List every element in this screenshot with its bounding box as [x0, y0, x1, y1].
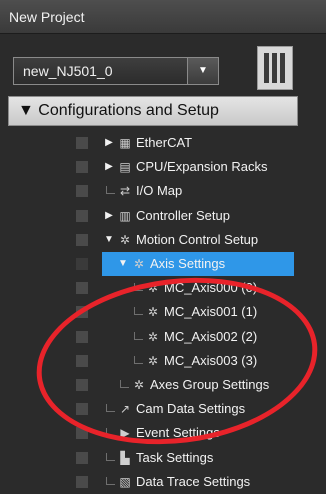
tree-line [106, 476, 115, 485]
chevron-down-icon[interactable]: ▼ [187, 58, 218, 84]
tree-line [106, 186, 115, 195]
gear-icon: ✲ [133, 257, 145, 271]
row-gutter [76, 282, 88, 295]
section-configurations-and-setup[interactable]: ▼ Configurations and Setup [8, 96, 298, 126]
controller-icon: ▥ [119, 208, 131, 223]
tree-item-label: Axis Settings [150, 256, 226, 271]
tree-item[interactable]: ▶ ▤ CPU/Expansion Racks [0, 155, 320, 179]
io-map-icon: ⇄ [119, 184, 131, 199]
tree-item[interactable]: ▧ Data Trace Settings [0, 470, 320, 494]
task-icon: ▙ [120, 450, 130, 465]
row-gutter [76, 258, 88, 270]
tree-item-label: EtherCAT [136, 135, 193, 150]
tree-item[interactable]: ▶ ▦ EtherCAT [0, 131, 320, 155]
gear-icon: ✲ [119, 232, 131, 247]
tree-item[interactable]: ▶ ▥ Controller Setup [0, 204, 320, 228]
section-title: Configurations and Setup [38, 102, 219, 119]
grid-icon: ▦ [119, 136, 131, 150]
tree-item-label: Data Trace Settings [136, 473, 251, 489]
tree-item[interactable]: ⇄ I/O Map [0, 179, 320, 203]
expand-icon[interactable]: ▶ [104, 155, 114, 179]
expand-icon[interactable]: ▶ [104, 204, 114, 228]
tree-item-label: CPU/Expansion Racks [136, 159, 268, 175]
tree-item[interactable]: ▼ ✲ Motion Control Setup [0, 228, 320, 252]
tree-item-label: Motion Control Setup [136, 231, 259, 247]
controller-select-value: new_NJ501_0 [23, 63, 113, 79]
row-gutter [76, 451, 88, 464]
row-gutter [76, 137, 88, 149]
row-gutter [76, 209, 88, 222]
collapse-icon[interactable]: ▼ [118, 252, 128, 276]
row-gutter [76, 233, 88, 246]
controller-select[interactable]: new_NJ501_0 ▼ [13, 57, 219, 85]
row-gutter [76, 185, 88, 198]
collapse-icon[interactable]: ▼ [104, 228, 114, 252]
tree-item[interactable]: ▙ Task Settings [0, 446, 320, 470]
tree-item-label: Controller Setup [136, 207, 230, 223]
trace-icon: ▧ [119, 474, 131, 489]
window-title: New Project [0, 0, 326, 34]
tree-line [106, 452, 115, 461]
tree-item-label: Task Settings [136, 449, 214, 465]
controller-device-icon [257, 46, 293, 90]
expand-icon[interactable]: ▶ [104, 131, 114, 155]
row-gutter [76, 475, 88, 488]
collapse-icon[interactable]: ▼ [18, 102, 34, 119]
tree-item-label: I/O Map [136, 183, 183, 199]
row-gutter [76, 161, 88, 174]
tree-item[interactable]: ▼ ✲ Axis Settings [0, 252, 320, 276]
rack-icon: ▤ [119, 160, 131, 175]
